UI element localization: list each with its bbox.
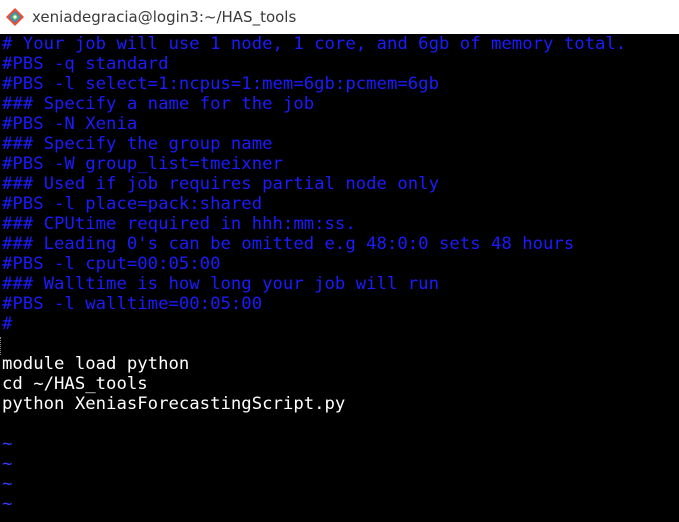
editor-line-18: cd ~/HAS_tools: [2, 374, 148, 394]
empty-buffer-line-1: ~: [2, 434, 13, 454]
editor-line-19: python XeniasForecastingScript.py: [2, 394, 346, 414]
vim-editor-buffer[interactable]: # Your job will use 1 node, 1 core, and …: [0, 34, 679, 522]
editor-line-11: ### Leading 0's can be omitted e.g 48:0:…: [2, 234, 575, 254]
git-bash-diamond-icon: [6, 8, 24, 26]
editor-line-6: ### Specify the group name: [2, 134, 273, 154]
editor-line-9: #PBS -l place=pack:shared: [2, 194, 263, 214]
editor-line-13: ### Walltime is how long your job will r…: [2, 274, 439, 294]
empty-buffer-line-4: ~: [2, 494, 13, 514]
editor-line-8: ### Used if job requires partial node on…: [2, 174, 439, 194]
title-bar[interactable]: xeniadegracia@login3:~/HAS_tools: [0, 0, 679, 35]
editor-line-14: #PBS -l walltime=00:05:00: [2, 294, 263, 314]
editor-line-7: #PBS -W group_list=tmeixner: [2, 154, 283, 174]
empty-buffer-line-2: ~: [2, 454, 13, 474]
editor-line-12: #PBS -l cput=00:05:00: [2, 254, 221, 274]
editor-line-17: module load python: [2, 354, 190, 374]
editor-line-10: ### CPUtime required in hhh:mm:ss.: [2, 214, 356, 234]
editor-line-1: # Your job will use 1 node, 1 core, and …: [2, 34, 627, 54]
editor-line-5: #PBS -N Xenia: [2, 114, 138, 134]
editor-line-15: #: [2, 314, 13, 334]
editor-line-4: ### Specify a name for the job: [2, 94, 315, 114]
editor-line-3: #PBS -l select=1:ncpus=1:mem=6gb:pcmem=6…: [2, 74, 439, 94]
empty-buffer-line-3: ~: [2, 474, 13, 494]
text-cursor: [0, 337, 2, 355]
terminal-window: xeniadegracia@login3:~/HAS_tools # Your …: [0, 0, 679, 522]
window-title: xeniadegracia@login3:~/HAS_tools: [32, 8, 297, 26]
editor-line-2: #PBS -q standard: [2, 54, 169, 74]
